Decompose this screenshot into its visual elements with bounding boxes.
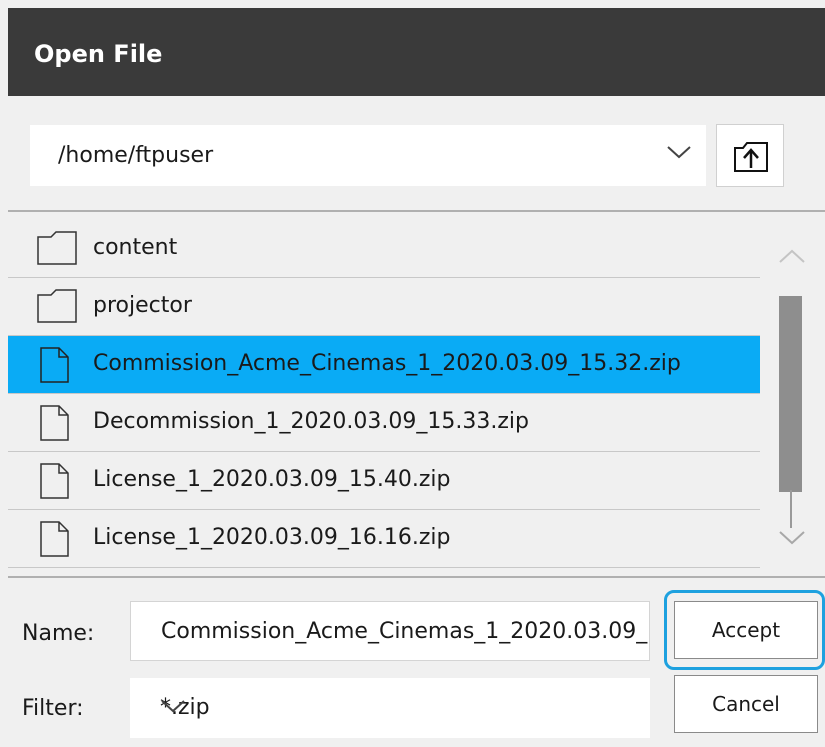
list-item-file[interactable]: Decommission_1_2020.03.09_15.33.zip — [8, 394, 760, 452]
file-icon — [37, 463, 71, 503]
list-item-label: content — [93, 235, 178, 260]
list-item-label: projector — [93, 293, 192, 318]
list-item-file[interactable]: License_1_2020.03.09_16.16.zip — [8, 510, 760, 568]
path-value: /home/ftpuser — [58, 143, 214, 168]
parent-directory-button[interactable] — [716, 124, 784, 187]
file-list: content projector Commission_Acme_Cinema… — [8, 220, 760, 576]
chevron-up-icon[interactable] — [778, 248, 806, 268]
name-label: Name: — [22, 621, 95, 646]
list-item-label: License_1_2020.03.09_15.40.zip — [93, 467, 451, 492]
accept-button[interactable]: Accept — [674, 601, 818, 659]
divider — [8, 210, 825, 212]
file-icon — [37, 405, 71, 445]
folder-icon — [37, 231, 77, 269]
list-item-label: Commission_Acme_Cinemas_1_2020.03.09_15.… — [93, 351, 681, 376]
filter-combobox[interactable]: *.zip — [130, 678, 650, 738]
name-input[interactable]: Commission_Acme_Cinemas_1_2020.03.09_15.… — [130, 601, 650, 661]
list-item-folder[interactable]: projector — [8, 278, 760, 336]
divider — [8, 576, 825, 578]
scrollbar-track — [790, 490, 792, 528]
name-input-value: Commission_Acme_Cinemas_1_2020.03.09_15.… — [161, 619, 649, 644]
list-item-folder[interactable]: content — [8, 220, 760, 278]
list-item-label: License_1_2020.03.09_16.16.zip — [93, 525, 451, 550]
cancel-button[interactable]: Cancel — [674, 675, 818, 733]
chevron-down-icon — [160, 694, 636, 722]
vertical-scrollbar[interactable] — [768, 220, 816, 576]
chevron-down-icon[interactable] — [778, 530, 806, 550]
list-item-file[interactable]: License_1_2020.03.09_15.40.zip — [8, 452, 760, 510]
file-icon — [37, 347, 71, 387]
file-icon — [37, 521, 71, 561]
dialog-title: Open File — [34, 40, 163, 68]
folder-icon — [37, 289, 77, 327]
up-arrow-icon — [734, 142, 768, 172]
list-item-label: Decommission_1_2020.03.09_15.33.zip — [93, 409, 530, 434]
scrollbar-thumb[interactable] — [779, 296, 802, 492]
title-bar[interactable]: Open File — [8, 8, 825, 96]
filter-label: Filter: — [22, 696, 84, 721]
chevron-down-icon — [666, 144, 692, 164]
open-file-dialog: Open File /home/ftpuser content projecto… — [0, 0, 825, 747]
path-combobox[interactable]: /home/ftpuser — [30, 125, 706, 186]
list-item-file-selected[interactable]: Commission_Acme_Cinemas_1_2020.03.09_15.… — [8, 336, 760, 394]
